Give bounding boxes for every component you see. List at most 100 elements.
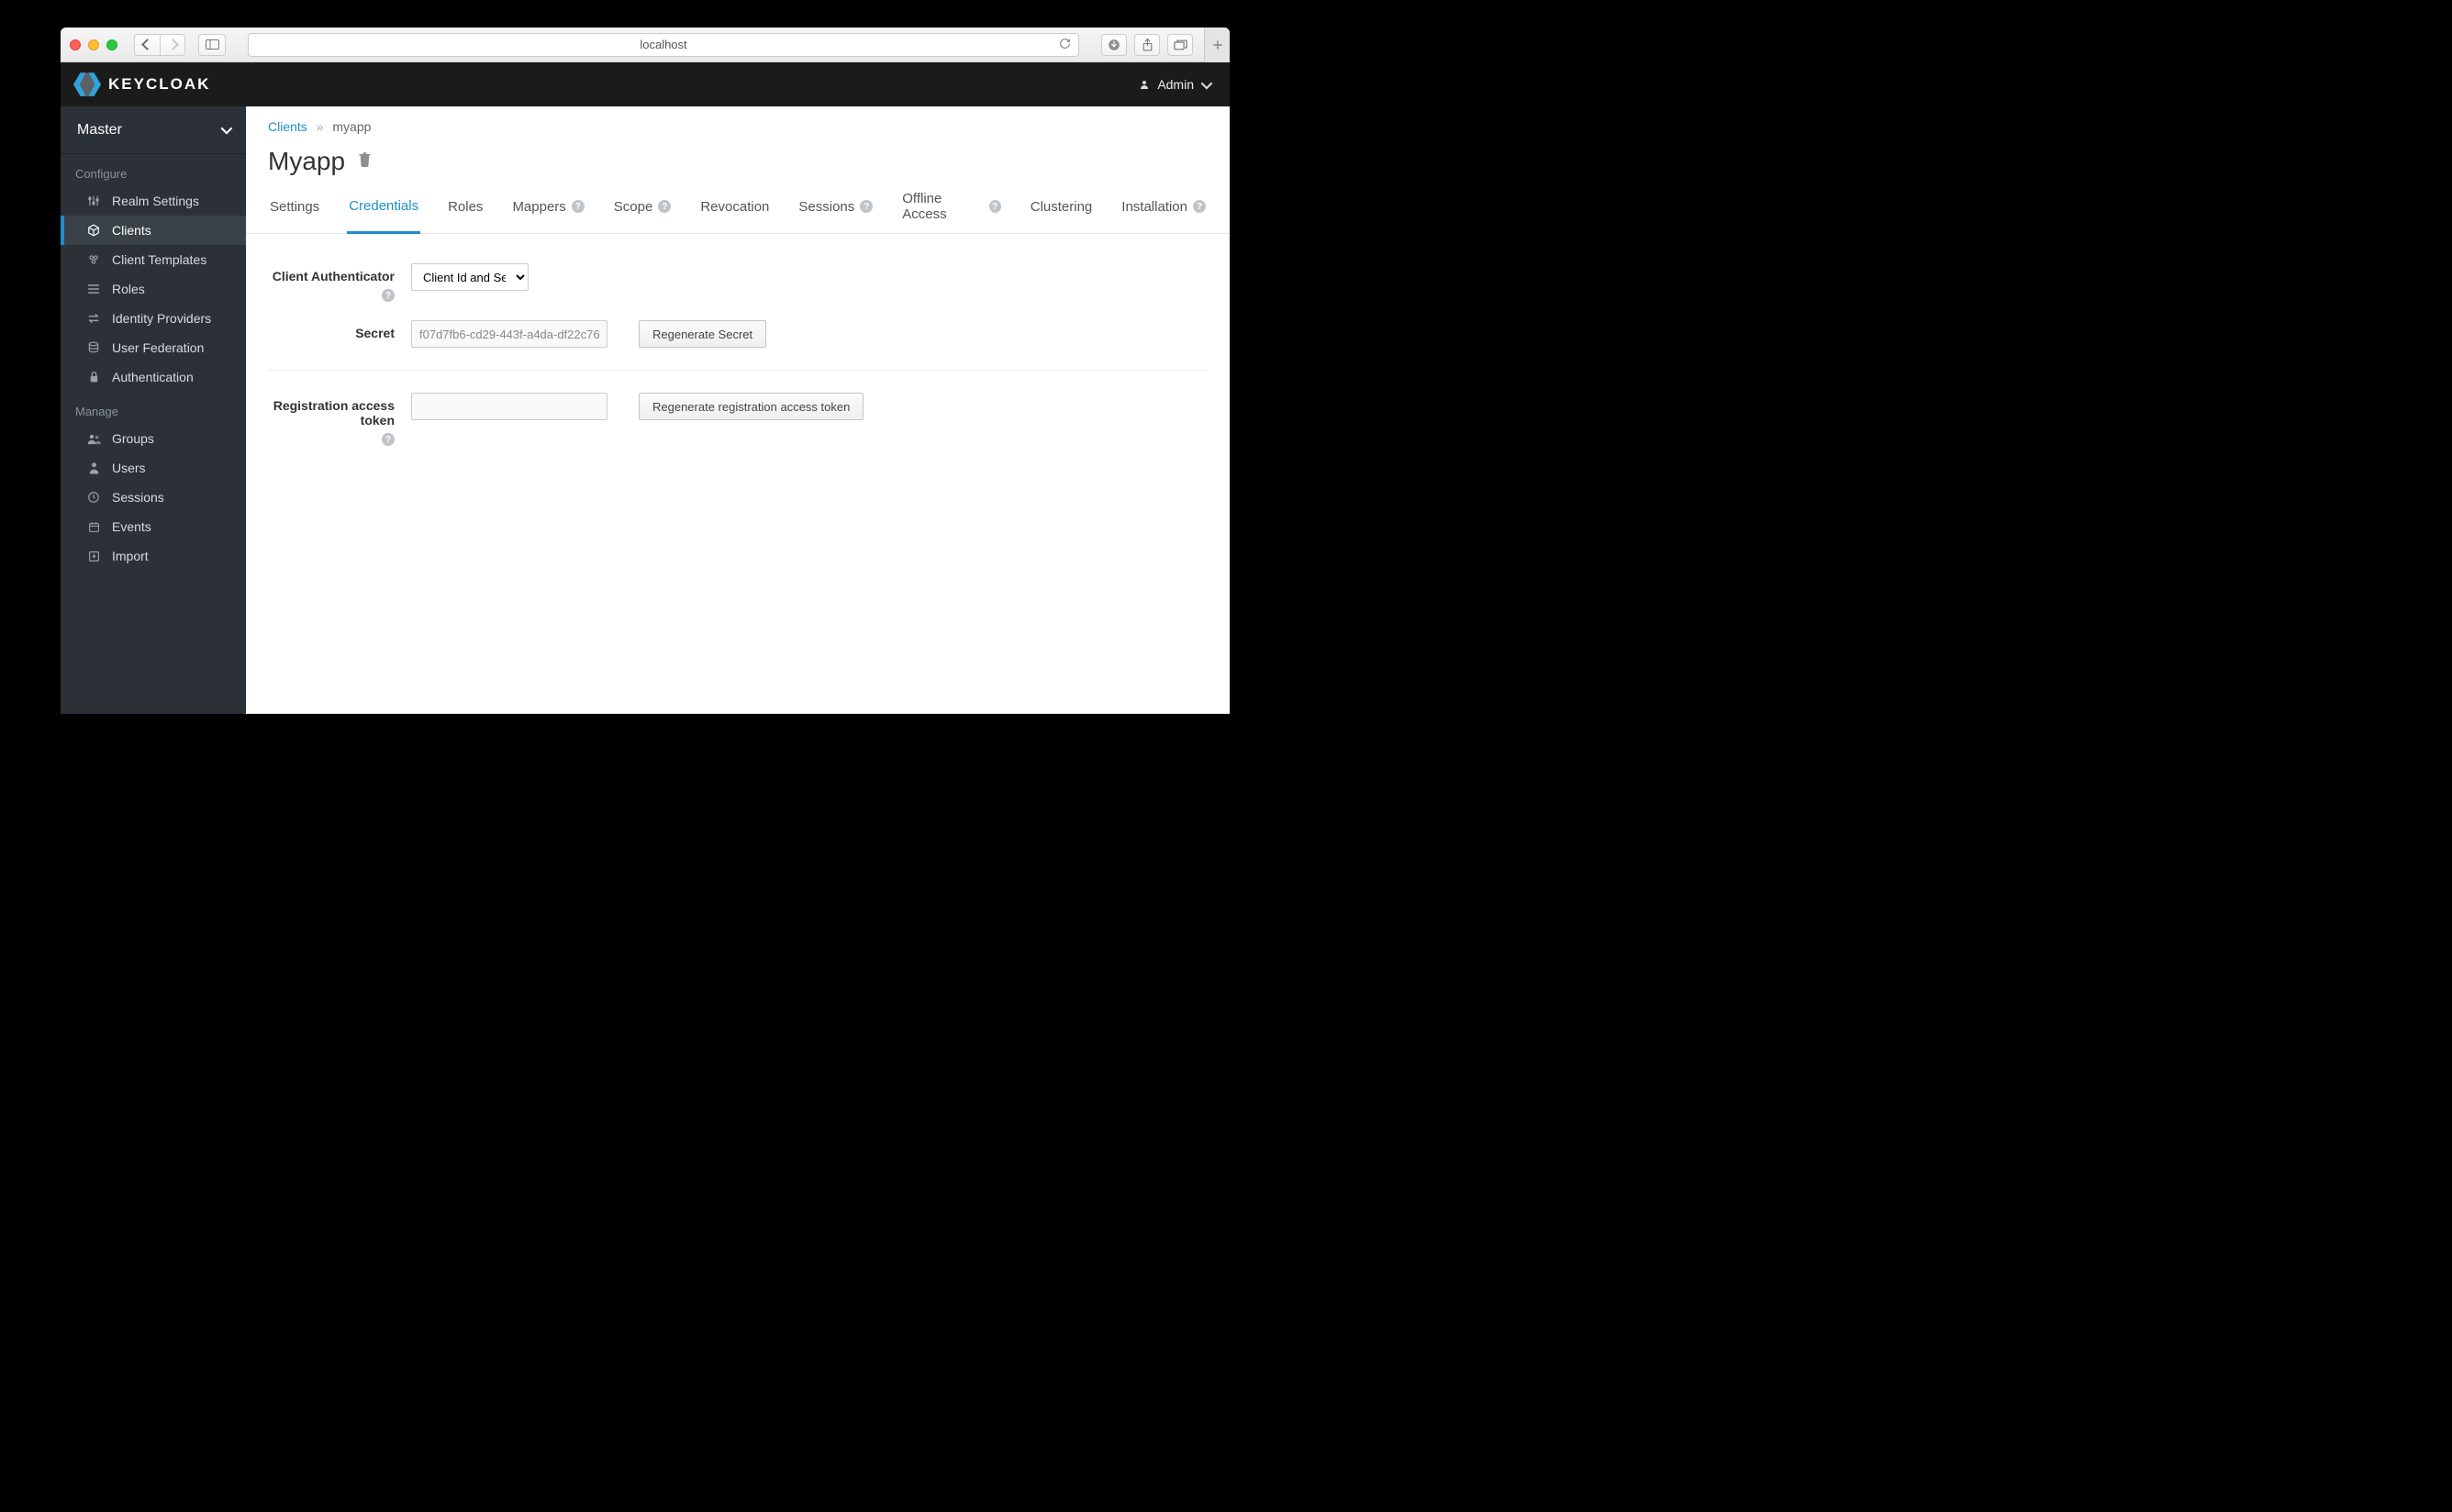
regenerate-secret-button[interactable]: Regenerate Secret <box>639 320 766 348</box>
tab-settings[interactable]: Settings <box>268 191 321 233</box>
row-registration-token: Registration access token ? Regenerate r… <box>268 384 1208 455</box>
sidebar-item-label: Groups <box>112 431 154 446</box>
registration-token-label: Registration access token <box>268 398 395 428</box>
sidebar-item-roles[interactable]: Roles <box>61 274 246 304</box>
sidebar-item-groups[interactable]: Groups <box>61 424 246 453</box>
sidebar-item-label: Authentication <box>112 370 194 384</box>
download-icon <box>1108 39 1120 51</box>
main-content: Clients » myapp Myapp Settings Credentia… <box>246 106 1230 714</box>
breadcrumb-separator: » <box>317 119 324 134</box>
user-name: Admin <box>1157 77 1194 92</box>
downloads-button[interactable] <box>1101 34 1127 56</box>
forward-button[interactable] <box>160 34 185 56</box>
sidebar-toggle-button[interactable] <box>198 34 226 56</box>
cube-icon <box>86 223 101 238</box>
help-icon[interactable]: ? <box>860 200 873 213</box>
sidebar-item-import[interactable]: Import <box>61 541 246 571</box>
secret-label: Secret <box>355 326 395 340</box>
sidebar-item-label: User Federation <box>112 340 204 355</box>
sidebar-item-user-federation[interactable]: User Federation <box>61 333 246 362</box>
help-icon[interactable]: ? <box>382 433 395 446</box>
brand[interactable]: KEYCLOAK <box>73 72 210 96</box>
tab-scope[interactable]: Scope? <box>612 191 674 233</box>
divider <box>268 370 1208 371</box>
sliders-icon <box>86 194 101 208</box>
plus-icon <box>1211 39 1224 51</box>
chevron-right-icon <box>169 37 177 53</box>
close-window-icon[interactable] <box>70 39 81 50</box>
realm-name: Master <box>77 122 122 139</box>
reload-icon <box>1059 38 1071 50</box>
help-icon[interactable]: ? <box>382 289 395 302</box>
realm-selector[interactable]: Master <box>61 106 246 154</box>
help-icon[interactable]: ? <box>658 200 671 213</box>
tab-label: Revocation <box>700 199 769 215</box>
browser-titlebar: localhost <box>61 28 1230 62</box>
tab-label: Clustering <box>1031 199 1093 215</box>
tab-roles[interactable]: Roles <box>446 191 485 233</box>
address-text: localhost <box>640 38 686 51</box>
lock-icon <box>86 370 101 384</box>
sidebar-item-client-templates[interactable]: Client Templates <box>61 245 246 274</box>
minimize-window-icon[interactable] <box>88 39 99 50</box>
sidebar-item-sessions[interactable]: Sessions <box>61 483 246 512</box>
sidebar-icon <box>206 39 219 50</box>
tab-label: Sessions <box>798 199 854 215</box>
maximize-window-icon[interactable] <box>106 39 117 50</box>
registration-token-input[interactable] <box>411 393 607 420</box>
browser-window: localhost KEYC <box>61 28 1230 714</box>
help-icon[interactable]: ? <box>1193 200 1206 213</box>
sidebar-item-label: Sessions <box>112 490 164 505</box>
tab-clustering[interactable]: Clustering <box>1029 191 1095 233</box>
new-tab-button[interactable] <box>1204 28 1230 62</box>
tab-label: Mappers <box>512 199 565 215</box>
toolbar-right <box>1101 34 1193 56</box>
section-label-configure: Configure <box>61 154 246 186</box>
breadcrumb-current: myapp <box>332 119 371 134</box>
back-button[interactable] <box>134 34 160 56</box>
user-menu[interactable]: Admin <box>1139 77 1209 92</box>
tab-label: Settings <box>270 199 319 215</box>
nav-back-forward <box>134 34 185 56</box>
sidebar-item-events[interactable]: Events <box>61 512 246 541</box>
tabs-icon <box>1174 39 1187 50</box>
tabs-button[interactable] <box>1167 34 1193 56</box>
traffic-lights <box>70 39 117 50</box>
sidebar-item-realm-settings[interactable]: Realm Settings <box>61 186 246 216</box>
sidebar-item-identity-providers[interactable]: Identity Providers <box>61 304 246 333</box>
secret-input[interactable] <box>411 320 607 348</box>
tab-mappers[interactable]: Mappers? <box>510 191 585 233</box>
share-button[interactable] <box>1134 34 1160 56</box>
address-bar[interactable]: localhost <box>248 33 1079 57</box>
group-icon <box>86 431 101 446</box>
page-title-row: Myapp <box>246 134 1230 180</box>
section-label-manage: Manage <box>61 392 246 424</box>
chevron-down-icon <box>1201 77 1209 92</box>
trash-icon <box>358 151 372 167</box>
regenerate-registration-token-button[interactable]: Regenerate registration access token <box>639 393 864 420</box>
database-icon <box>86 340 101 355</box>
sidebar-item-label: Realm Settings <box>112 194 199 208</box>
breadcrumb-root[interactable]: Clients <box>268 119 307 134</box>
tab-sessions[interactable]: Sessions? <box>797 191 875 233</box>
client-authenticator-select[interactable]: Client Id and Secret <box>411 263 529 291</box>
tab-credentials[interactable]: Credentials <box>347 191 420 234</box>
reload-button[interactable] <box>1059 38 1071 52</box>
help-icon[interactable]: ? <box>989 200 1001 213</box>
tab-offline-access[interactable]: Offline Access? <box>900 191 1002 233</box>
clock-icon <box>86 490 101 505</box>
exchange-icon <box>86 311 101 326</box>
sidebar-item-users[interactable]: Users <box>61 453 246 483</box>
breadcrumb: Clients » myapp <box>246 106 1230 134</box>
delete-button[interactable] <box>358 151 372 172</box>
help-icon[interactable]: ? <box>572 200 585 213</box>
sidebar-item-label: Users <box>112 461 146 475</box>
sidebar-item-authentication[interactable]: Authentication <box>61 362 246 392</box>
tab-revocation[interactable]: Revocation <box>698 191 771 233</box>
calendar-icon <box>86 519 101 534</box>
tab-installation[interactable]: Installation? <box>1120 191 1208 233</box>
chevron-left-icon <box>143 37 151 53</box>
sidebar-item-clients[interactable]: Clients <box>61 216 246 245</box>
app-body: Master Configure Realm Settings Clients … <box>61 106 1230 714</box>
sidebar-item-label: Events <box>112 519 151 534</box>
